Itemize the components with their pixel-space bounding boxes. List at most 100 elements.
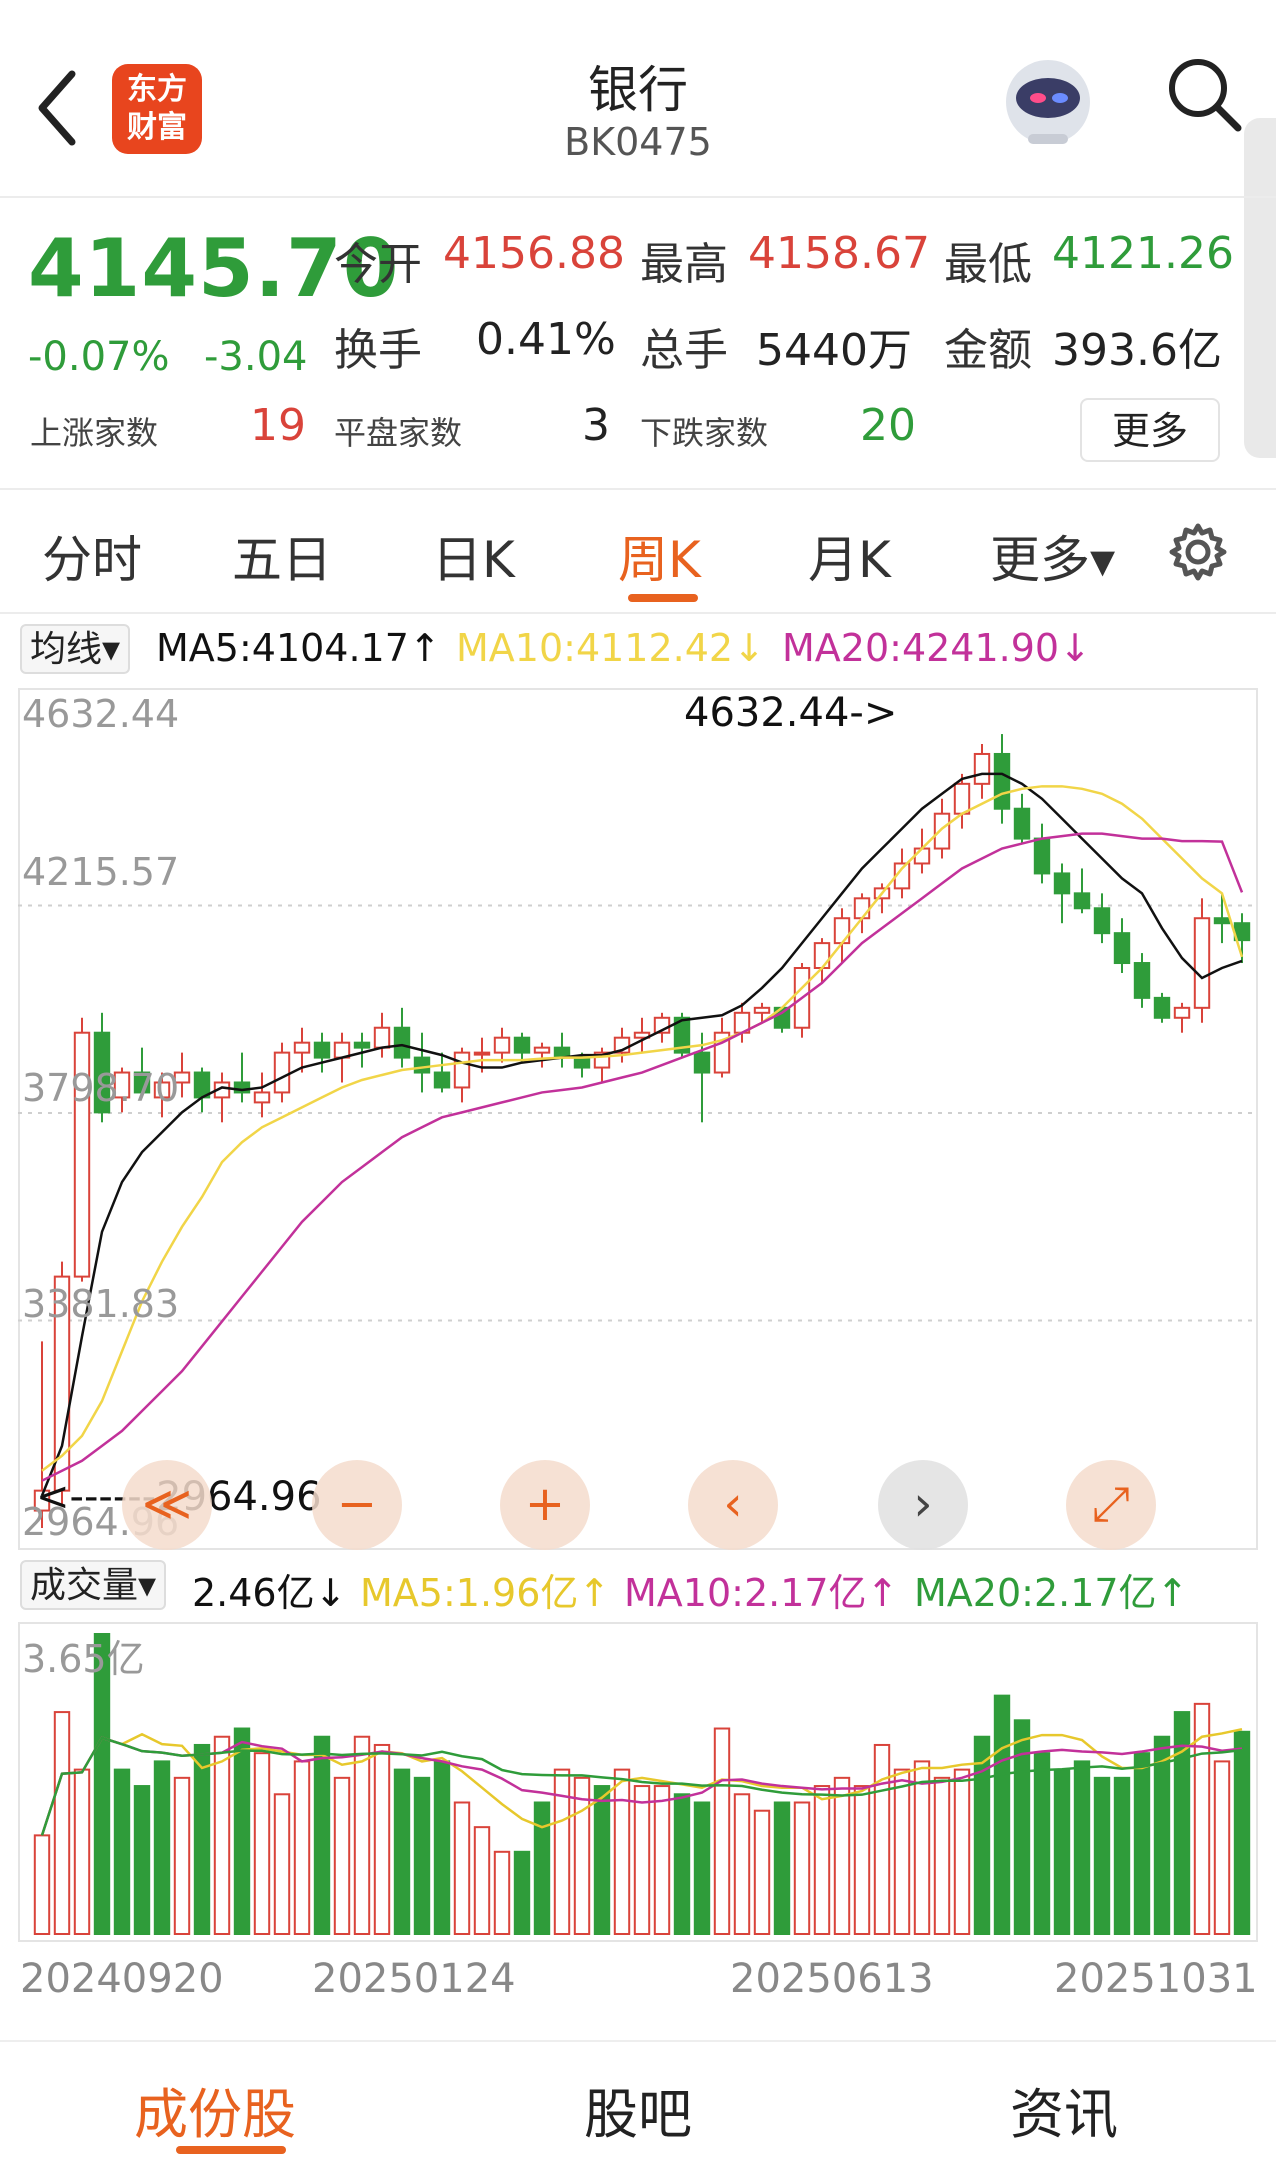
candle-body [253,1091,271,1104]
candle-body [913,847,931,865]
volume-bar [373,1743,391,1935]
volume-bar [633,1785,651,1935]
candle-body [1033,837,1051,875]
candle-body [373,1026,391,1049]
indicator-selector[interactable]: 均线▾ [20,624,131,674]
kline-chart[interactable] [18,688,1258,1550]
volume-bar [1193,1702,1211,1936]
assistant-robot-icon[interactable] [998,50,1098,150]
volume-bar [753,1809,771,1935]
candle-body [353,1041,371,1049]
tab-intraday[interactable]: 分时 [42,520,142,592]
zoom-out-button[interactable]: − [312,1460,402,1550]
volume-bar [133,1785,151,1935]
volume-bar [33,1834,51,1935]
nav-constituents[interactable]: 成份股 [134,2070,296,2149]
candle-body [953,782,971,815]
low-label: 最低 [944,239,1032,290]
candle-body [753,1006,771,1014]
tab-weekly-k[interactable]: 周K [618,520,701,592]
candle-body [513,1036,531,1054]
volume-bar [233,1727,251,1935]
tab-monthly-k[interactable]: 月K [808,520,891,592]
volume-bar [313,1735,331,1935]
volume-bar [533,1801,551,1935]
y-axis-label-2: 4215.57 [22,850,180,894]
y-axis-label-3: 3798.70 [22,1066,180,1110]
candle-body [833,917,851,945]
active-nav-indicator [176,2146,286,2154]
candle-body [1193,917,1211,1009]
search-icon[interactable] [1164,54,1244,134]
scroll-left-button[interactable]: ‹ [688,1460,778,1550]
volume-bar [1073,1760,1091,1935]
volume-chart[interactable] [18,1622,1258,1942]
tab-more[interactable]: 更多▾ [990,520,1115,592]
fast-backward-button[interactable]: ≪ [122,1460,212,1550]
fullscreen-button[interactable]: ⤢ [1066,1460,1156,1550]
volume-bar [353,1735,371,1935]
candle-body [493,1036,511,1054]
candle-body [273,1051,291,1094]
candle-body [853,897,871,920]
volume-bar [493,1850,511,1935]
date-label-2: 20250124 [312,1956,516,2002]
volume-bar [413,1776,431,1935]
date-label-3: 20250613 [730,1956,934,2002]
nav-forum[interactable]: 股吧 [584,2070,692,2149]
volume-bar [113,1768,131,1935]
down-count-label: 下跌家数 [640,414,769,452]
volume-label: 总手 [640,325,728,376]
candle-body [1213,917,1231,925]
side-scroll-handle[interactable] [1244,118,1276,458]
volume-bar [893,1768,911,1935]
volume-bar [253,1752,271,1935]
candle-body [1093,907,1111,935]
volume-bar [913,1760,931,1935]
candle-body [473,1051,491,1056]
active-tab-indicator [628,594,698,602]
volume-bar [853,1785,871,1935]
amount-value: 393.6亿 [1052,325,1222,376]
volume-bar [713,1727,731,1935]
more-quote-button[interactable]: 更多 [1080,398,1220,462]
ma5-label: MA5:4104.17↑ [156,626,441,670]
volume-bar [793,1801,811,1935]
zoom-in-button[interactable]: + [500,1460,590,1550]
volume-bar [53,1711,71,1935]
change-value: -3.04 [204,334,308,380]
candle-body [1053,872,1071,895]
candle-body [933,812,951,850]
divider [0,612,1276,614]
volume-ma10: MA10:2.17亿↑ [624,1571,899,1615]
candle-body [533,1046,551,1054]
candle-body [993,752,1011,810]
scroll-right-button[interactable]: › [878,1460,968,1550]
volume-value: 5440万 [756,325,912,376]
volume-bar [173,1776,191,1935]
volume-bar [613,1768,631,1935]
volume-bar [933,1776,951,1935]
y-axis-max: 4632.44 [22,692,180,736]
tab-five-day[interactable]: 五日 [232,520,332,592]
turnover-value: 0.41% [476,314,616,365]
tab-daily-k[interactable]: 日K [432,520,515,592]
volume-bar [1133,1752,1151,1935]
date-label-1: 20240920 [20,1956,224,2002]
volume-bar [673,1793,691,1935]
gear-icon[interactable] [1166,520,1230,584]
candle-body [393,1026,411,1059]
flat-count: 3 [582,400,610,451]
candle-body [1153,996,1171,1019]
volume-indicator-selector[interactable]: 成交量▾ [20,1560,167,1610]
volume-bar [1213,1760,1231,1935]
turnover-label: 换手 [334,325,422,376]
amount-label: 金额 [944,325,1032,376]
volume-bar [213,1735,231,1935]
high-label: 最高 [640,239,728,290]
ma20-label: MA20:4241.90↓ [782,626,1091,670]
candle-body [293,1041,311,1054]
ma10-label: MA10:4112.42↓ [456,626,765,670]
nav-news[interactable]: 资讯 [1010,2070,1118,2149]
open-value: 4156.88 [443,228,625,279]
